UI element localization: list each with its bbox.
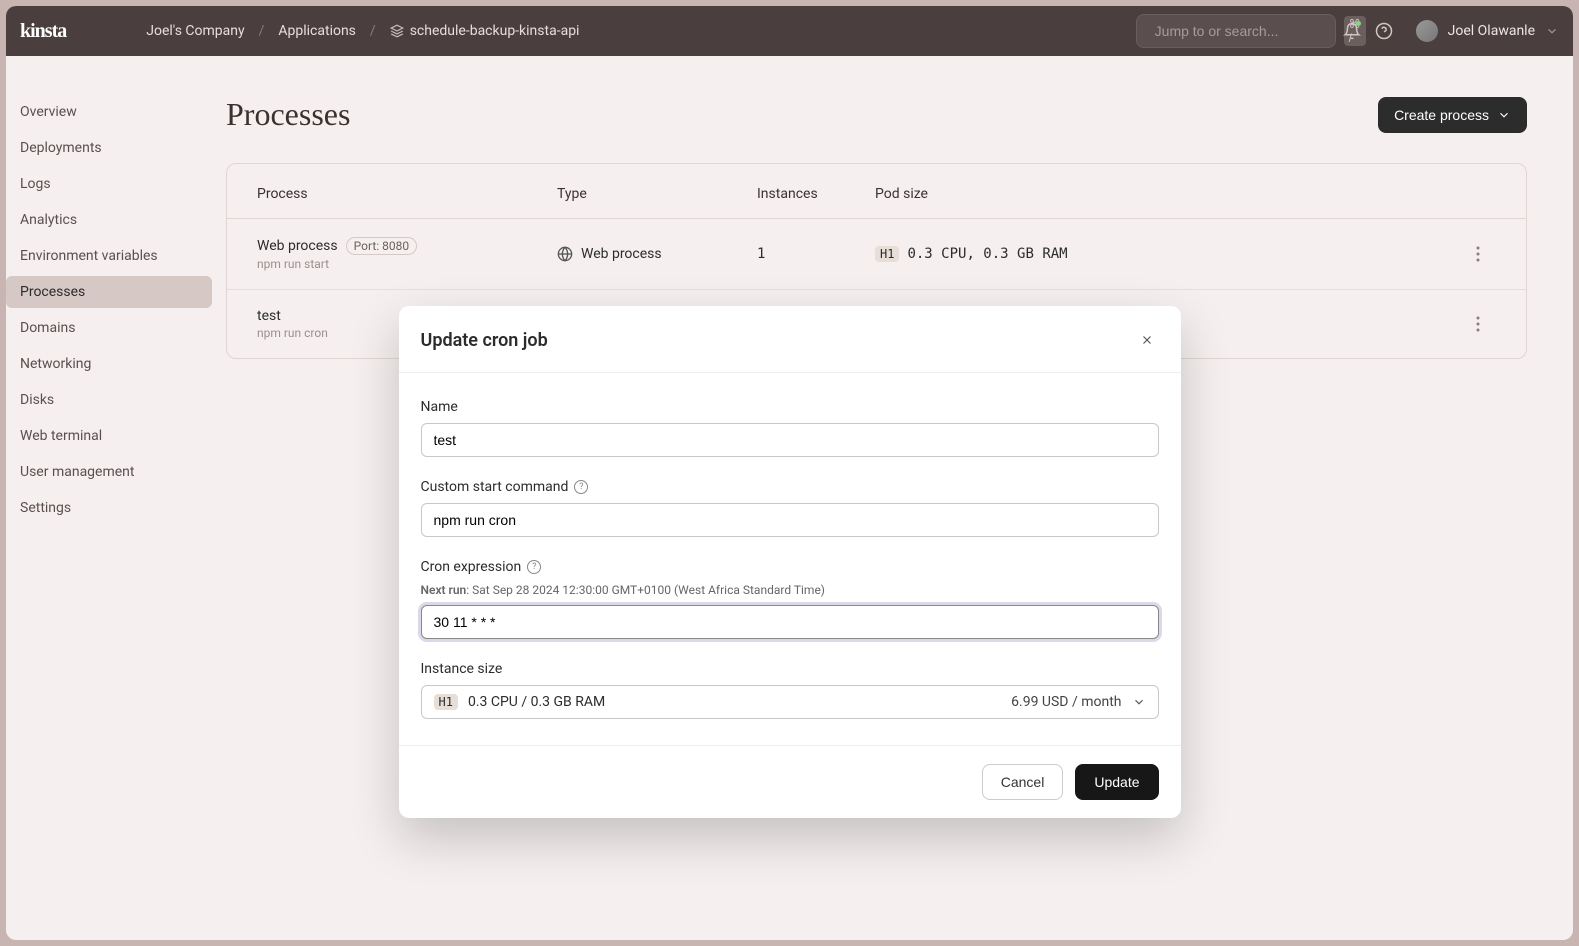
size-badge: H1 — [434, 694, 458, 710]
kebab-icon — [1476, 246, 1480, 262]
pod-tier-badge: H1 — [875, 246, 899, 262]
modal-title: Update cron job — [421, 330, 548, 351]
instance-count: 1 — [757, 246, 875, 262]
sidebar-item-overview[interactable]: Overview — [6, 96, 212, 128]
pod-spec: 0.3 CPU, 0.3 GB RAM — [907, 246, 1067, 262]
row-actions-button[interactable] — [1466, 242, 1490, 266]
row-actions-button[interactable] — [1466, 312, 1490, 336]
size-price: 6.99 USD / month — [1011, 694, 1121, 710]
globe-icon — [557, 246, 573, 262]
help-button[interactable] — [1368, 15, 1400, 47]
sidebar-item-web-terminal[interactable]: Web terminal — [6, 420, 212, 452]
crumb-applications[interactable]: Applications — [278, 23, 356, 39]
chevron-down-icon — [1132, 695, 1146, 709]
size-spec: 0.3 CPU / 0.3 GB RAM — [468, 694, 605, 710]
app-header: kinsta Joel's Company / Applications / s… — [6, 6, 1573, 56]
process-name: test — [257, 308, 281, 324]
crumb-separator: / — [259, 23, 265, 39]
instance-size-select[interactable]: H1 0.3 CPU / 0.3 GB RAM 6.99 USD / month — [421, 685, 1159, 719]
process-type: Web process — [581, 246, 662, 262]
command-input[interactable] — [421, 503, 1159, 537]
update-button[interactable]: Update — [1075, 764, 1158, 800]
table-header: Process Type Instances Pod size — [227, 164, 1526, 219]
cron-input[interactable] — [421, 605, 1159, 639]
sidebar-item-user-management[interactable]: User management — [6, 456, 212, 488]
crumb-app-name: schedule-backup-kinsta-api — [410, 23, 580, 39]
create-process-label: Create process — [1394, 107, 1489, 123]
global-search[interactable]: ⌘ / — [1136, 14, 1336, 48]
notification-dot — [1356, 21, 1361, 26]
help-icon — [1375, 22, 1393, 40]
sidebar-item-logs[interactable]: Logs — [6, 168, 212, 200]
sidebar-item-environment-variables[interactable]: Environment variables — [6, 240, 212, 272]
help-icon[interactable]: ? — [527, 560, 541, 574]
port-pill: Port: 8080 — [346, 237, 417, 255]
page-title: Processes — [226, 96, 350, 133]
search-input[interactable] — [1155, 23, 1336, 39]
avatar — [1416, 20, 1438, 42]
crumb-current-app[interactable]: schedule-backup-kinsta-api — [390, 23, 580, 39]
table-row: Web process Port: 8080 npm run start Web… — [227, 219, 1526, 290]
sidebar-item-disks[interactable]: Disks — [6, 384, 212, 416]
kinsta-logo: kinsta — [20, 20, 66, 43]
name-input[interactable] — [421, 423, 1159, 457]
sidebar-item-analytics[interactable]: Analytics — [6, 204, 212, 236]
update-cron-modal: Update cron job Name Custom start comman… — [399, 306, 1181, 818]
close-icon — [1140, 333, 1154, 347]
crumb-company[interactable]: Joel's Company — [146, 23, 244, 39]
sidebar-item-settings[interactable]: Settings — [6, 492, 212, 524]
sidebar-item-deployments[interactable]: Deployments — [6, 132, 212, 164]
user-name: Joel Olawanle — [1448, 23, 1535, 39]
close-button[interactable] — [1135, 328, 1159, 352]
breadcrumb: Joel's Company / Applications / schedule… — [146, 23, 641, 39]
user-menu[interactable]: Joel Olawanle — [1408, 20, 1559, 42]
create-process-button[interactable]: Create process — [1378, 97, 1527, 133]
col-type: Type — [557, 186, 757, 202]
sidebar-item-networking[interactable]: Networking — [6, 348, 212, 380]
col-pod-size: Pod size — [875, 186, 1466, 202]
chevron-down-icon — [1497, 108, 1511, 122]
next-run-hint: Next run: Sat Sep 28 2024 12:30:00 GMT+0… — [421, 583, 1159, 597]
cancel-button[interactable]: Cancel — [982, 764, 1064, 800]
process-command: npm run start — [257, 257, 557, 271]
instance-size-label: Instance size — [421, 661, 1159, 677]
cron-label: Cron expression — [421, 559, 522, 575]
col-process: Process — [257, 186, 557, 202]
col-instances: Instances — [757, 186, 875, 202]
process-name: Web process — [257, 238, 338, 254]
layers-icon — [390, 24, 404, 38]
command-label: Custom start command — [421, 479, 569, 495]
kebab-icon — [1476, 316, 1480, 332]
name-label: Name — [421, 399, 1159, 415]
crumb-separator: / — [370, 23, 376, 39]
help-icon[interactable]: ? — [574, 480, 588, 494]
chevron-down-icon — [1545, 24, 1559, 38]
sidebar-item-domains[interactable]: Domains — [6, 312, 212, 344]
notifications-button[interactable] — [1336, 15, 1368, 47]
sidebar-item-processes[interactable]: Processes — [6, 276, 212, 308]
sidebar: Overview Deployments Logs Analytics Environm… — [6, 56, 226, 528]
